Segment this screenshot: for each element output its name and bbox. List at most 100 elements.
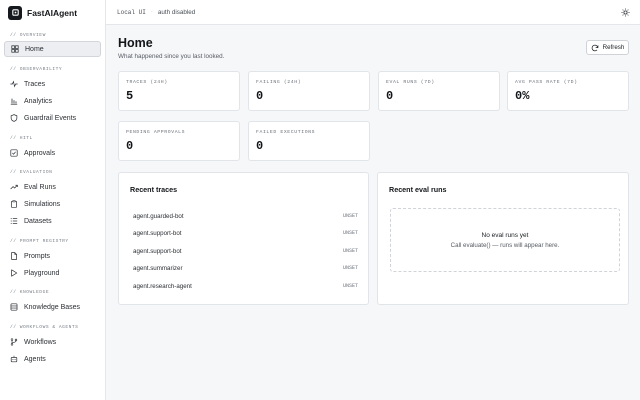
sidebar-item-label: Eval Runs xyxy=(24,183,56,191)
brand-logo-icon xyxy=(8,5,22,20)
trace-name: agent.research-agent xyxy=(133,282,192,290)
refresh-label: Refresh xyxy=(602,44,625,51)
bar-chart-icon xyxy=(10,97,18,105)
sidebar-item-label: Home xyxy=(25,45,44,53)
sidebar: FastAIAgent // OVERVIEW Home // OBSERVAB… xyxy=(0,0,106,400)
section-title-observability: // OBSERVABILITY xyxy=(10,67,63,72)
stat-card-failed-executions[interactable]: FAILED EXECUTIONS 0 xyxy=(248,121,370,161)
trace-row[interactable]: agent.research-agent UNSET xyxy=(133,281,358,291)
section-title-hitl: // HITL xyxy=(10,136,33,141)
sidebar-item-approvals[interactable]: Approvals xyxy=(4,145,101,161)
refresh-button[interactable]: Refresh xyxy=(586,40,629,55)
sidebar-item-label: Knowledge Bases xyxy=(24,303,81,311)
stat-label: AVG PASS RATE (7D) xyxy=(515,80,578,85)
list-icon xyxy=(10,217,18,225)
trace-status: UNSET xyxy=(342,248,358,254)
trace-row[interactable]: agent.guarded-bot UNSET xyxy=(133,211,358,221)
section-title-evaluation: // EVALUATION xyxy=(10,170,53,175)
stat-label: EVAL RUNS (7D) xyxy=(386,80,435,85)
page-title: Home xyxy=(118,36,153,50)
trace-name: agent.summarizer xyxy=(133,264,183,272)
topbar: Local UI · auth disabled xyxy=(106,0,640,25)
check-square-icon xyxy=(10,149,18,157)
sidebar-item-simulations[interactable]: Simulations xyxy=(4,196,101,212)
auth-status: auth disabled xyxy=(157,8,196,16)
trending-up-icon xyxy=(10,183,18,191)
sidebar-item-label: Playground xyxy=(24,269,60,277)
panel-title: Recent eval runs xyxy=(389,185,447,194)
trace-status: UNSET xyxy=(342,213,358,219)
sidebar-item-agents[interactable]: Agents xyxy=(4,351,101,367)
file-icon xyxy=(10,252,18,260)
sidebar-item-home[interactable]: Home xyxy=(4,41,101,57)
stat-label: TRACES (24H) xyxy=(126,80,168,85)
page-subtitle: What happened since you last looked. xyxy=(118,53,225,60)
stat-label: PENDING APPROVALS xyxy=(126,130,186,135)
sidebar-item-label: Analytics xyxy=(24,97,53,105)
trace-status: UNSET xyxy=(342,265,358,271)
sidebar-item-label: Agents xyxy=(24,355,46,363)
environment-label: Local UI xyxy=(117,8,146,16)
stat-card-traces[interactable]: TRACES (24H) 5 xyxy=(118,71,240,111)
recent-eval-runs-panel: Recent eval runs No eval runs yet Call e… xyxy=(377,172,629,305)
sidebar-item-label: Traces xyxy=(24,80,46,88)
section-title-workflows-agents: // WORKFLOWS & AGENTS xyxy=(10,325,79,330)
clipboard-icon xyxy=(10,200,18,208)
stat-value: 0 xyxy=(386,89,394,103)
sidebar-item-guardrail-events[interactable]: Guardrail Events xyxy=(4,110,101,126)
grid-icon xyxy=(11,45,19,53)
stat-card-avg-pass-rate[interactable]: AVG PASS RATE (7D) 0% xyxy=(507,71,629,111)
trace-status: UNSET xyxy=(342,283,358,289)
stat-value: 0 xyxy=(126,139,134,153)
stat-value: 5 xyxy=(126,89,134,103)
trace-row[interactable]: agent.summarizer UNSET xyxy=(133,263,358,273)
trace-row[interactable]: agent.support-bot UNSET xyxy=(133,228,358,238)
brand[interactable]: FastAIAgent xyxy=(0,0,105,25)
sidebar-item-label: Guardrail Events xyxy=(24,114,77,122)
stat-card-eval-runs[interactable]: EVAL RUNS (7D) 0 xyxy=(378,71,500,111)
git-branch-icon xyxy=(10,338,18,346)
stat-card-pending-approvals[interactable]: PENDING APPROVALS 0 xyxy=(118,121,240,161)
sidebar-item-prompts[interactable]: Prompts xyxy=(4,248,101,264)
sidebar-item-workflows[interactable]: Workflows xyxy=(4,334,101,350)
sidebar-item-label: Simulations xyxy=(24,200,61,208)
sidebar-item-analytics[interactable]: Analytics xyxy=(4,93,101,109)
stat-card-failing[interactable]: FAILING (24H) 0 xyxy=(248,71,370,111)
database-icon xyxy=(10,303,18,311)
trace-name: agent.support-bot xyxy=(133,229,182,237)
bot-icon xyxy=(10,355,18,363)
stat-value: 0 xyxy=(256,139,264,153)
activity-icon xyxy=(10,80,18,88)
section-title-overview: // OVERVIEW xyxy=(10,33,46,38)
stat-value: 0 xyxy=(256,89,264,103)
panel-title: Recent traces xyxy=(130,185,178,194)
app-name: FastAIAgent xyxy=(27,7,78,18)
section-title-prompt-registry: // PROMPT REGISTRY xyxy=(10,239,69,244)
sidebar-item-eval-runs[interactable]: Eval Runs xyxy=(4,179,101,195)
empty-state-description: Call evaluate() — runs will appear here. xyxy=(450,242,560,249)
trace-name: agent.guarded-bot xyxy=(133,212,184,220)
empty-state-title: No eval runs yet xyxy=(481,232,529,239)
sidebar-item-label: Approvals xyxy=(24,149,56,157)
sidebar-item-playground[interactable]: Playground xyxy=(4,265,101,281)
empty-state: No eval runs yet Call evaluate() — runs … xyxy=(390,208,620,272)
topbar-separator: · xyxy=(150,9,153,15)
shield-icon xyxy=(10,114,18,122)
stat-label: FAILED EXECUTIONS xyxy=(256,130,316,135)
refresh-icon xyxy=(591,44,599,52)
recent-traces-panel: Recent traces agent.guarded-bot UNSET ag… xyxy=(118,172,369,305)
section-title-knowledge: // KNOWLEDGE xyxy=(10,290,50,295)
sidebar-item-label: Workflows xyxy=(24,338,57,346)
sidebar-item-knowledge-bases[interactable]: Knowledge Bases xyxy=(4,299,101,315)
stat-label: FAILING (24H) xyxy=(256,80,302,85)
stat-value: 0% xyxy=(515,89,530,103)
play-icon xyxy=(10,269,18,277)
trace-name: agent.support-bot xyxy=(133,247,182,255)
sidebar-item-label: Prompts xyxy=(24,252,51,260)
sidebar-item-datasets[interactable]: Datasets xyxy=(4,213,101,229)
sidebar-item-traces[interactable]: Traces xyxy=(4,76,101,92)
trace-status: UNSET xyxy=(342,230,358,236)
sidebar-item-label: Datasets xyxy=(24,217,52,225)
sun-icon[interactable] xyxy=(621,8,630,17)
trace-row[interactable]: agent.support-bot UNSET xyxy=(133,246,358,256)
